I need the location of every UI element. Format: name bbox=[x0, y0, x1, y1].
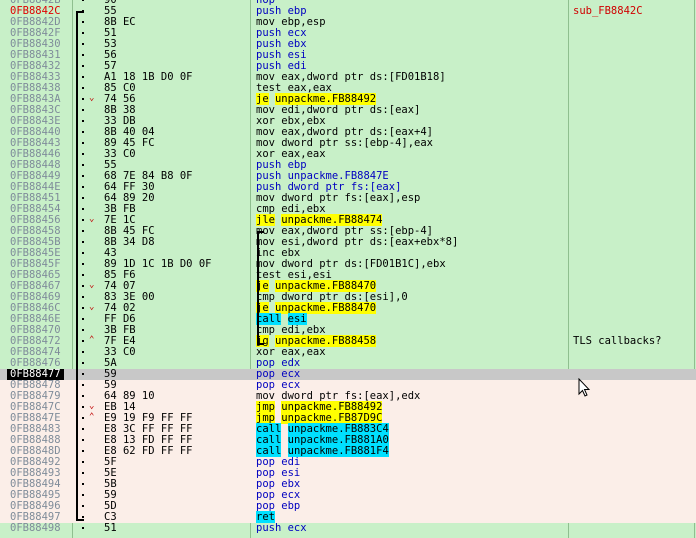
jump-down-arrow-icon: ⌄ bbox=[89, 302, 95, 312]
function-bracket bbox=[76, 11, 84, 521]
jump-down-arrow-icon: ⌄ bbox=[89, 280, 95, 290]
disasm-row[interactable]: 0FB88498 51 push ecx bbox=[0, 523, 696, 534]
row-marker-dot bbox=[82, 0, 84, 1]
mouse-cursor-icon bbox=[578, 377, 591, 401]
comment-cell[interactable]: sub_FB8842C bbox=[573, 6, 643, 17]
jump-down-arrow-icon: ⌄ bbox=[89, 214, 95, 224]
comment-cell[interactable]: TLS callbacks? bbox=[573, 336, 662, 347]
bytes-cell[interactable]: 51 bbox=[104, 523, 117, 534]
bytes-cell[interactable]: E8 62 FD FF FF bbox=[104, 446, 193, 457]
address-cell[interactable]: 0FB88498 bbox=[10, 523, 61, 534]
row-marker-dot bbox=[82, 527, 84, 529]
loop-bracket bbox=[257, 231, 264, 345]
disassembly-pane[interactable]: 0FB8842B 90 nop 0FB8842C 55 push ebp sub_FB884… bbox=[0, 0, 696, 538]
jump-down-arrow-icon: ⌄ bbox=[89, 93, 95, 103]
instruction-cell[interactable]: push ecx bbox=[256, 523, 307, 534]
jump-up-arrow-icon: ⌃ bbox=[89, 412, 95, 422]
jump-down-arrow-icon: ⌄ bbox=[89, 401, 95, 411]
jump-up-arrow-icon: ⌃ bbox=[89, 335, 95, 345]
